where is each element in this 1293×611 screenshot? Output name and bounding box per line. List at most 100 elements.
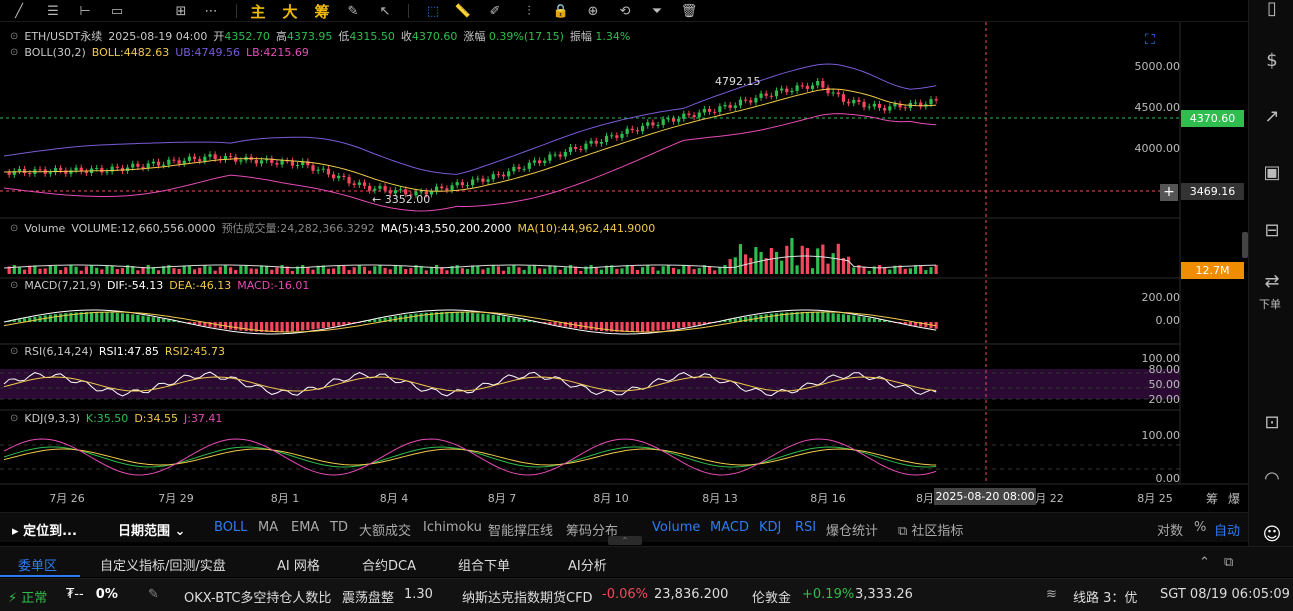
sub-macd[interactable]: MACD — [710, 520, 749, 535]
panel-toggle-icon[interactable]: ⌃ — [608, 536, 642, 545]
status-normal: 正常 — [21, 591, 48, 606]
dollar-icon[interactable]: $ — [1257, 48, 1287, 72]
volume-bar — [810, 268, 815, 274]
date-tick: 8月 7 — [487, 492, 517, 505]
ind-ma[interactable]: MA — [258, 520, 278, 535]
ind-big-trade[interactable]: 大额成交 — [359, 520, 411, 539]
ticker3-name[interactable]: 伦敦金 — [752, 587, 791, 606]
mascot-icon[interactable]: ☺ — [1257, 522, 1287, 546]
volume-bar — [64, 267, 68, 274]
chips-corner-button[interactable]: 筹 — [1206, 490, 1218, 507]
macd-bar — [301, 322, 305, 331]
volume-bar — [620, 268, 624, 274]
alarm-icon[interactable]: ⊙ — [10, 413, 18, 424]
volume-bar — [229, 267, 233, 274]
candle-body — [625, 128, 629, 134]
order-label[interactable]: 下单 — [1259, 296, 1281, 312]
link-icon[interactable]: ⟲ — [614, 1, 636, 21]
sub-liquidation[interactable]: 爆仓统计 — [826, 520, 878, 539]
candle-body — [347, 176, 351, 184]
add-alert-icon[interactable]: + — [1160, 184, 1178, 201]
monitor-icon[interactable]: ▣ — [1257, 160, 1287, 184]
ticker1-name[interactable]: OKX-BTC多空持仓人数比 — [184, 587, 331, 606]
sub-rsi[interactable]: RSI — [795, 520, 816, 535]
big-order-button[interactable]: 大 — [279, 1, 301, 21]
eye-icon[interactable]: ⊙ — [10, 223, 18, 234]
boll-name[interactable]: BOLL(30,2) — [24, 46, 85, 59]
magnet-icon[interactable]: ⊕ — [582, 1, 604, 21]
collapse-handle[interactable] — [1242, 232, 1248, 258]
headset-icon[interactable]: ◠ — [1257, 466, 1287, 490]
liquidation-corner-button[interactable]: 爆 — [1228, 490, 1240, 507]
tab-custom-indicator[interactable]: 自定义指标/回测/实盘 — [100, 555, 226, 574]
ticker2-name[interactable]: 纳斯达克指数期货CFD — [462, 587, 593, 606]
main-force-button[interactable]: 主 — [247, 1, 269, 21]
community-button[interactable]: ⧉ 社区指标 — [898, 520, 963, 539]
network-line[interactable]: 线路 3：优 — [1073, 587, 1137, 606]
candle-body — [723, 104, 727, 107]
select-icon[interactable]: ⬚ — [422, 1, 444, 21]
alarm-icon[interactable]: ⊙ — [10, 280, 18, 291]
auto-scale-button[interactable]: 自动 — [1214, 520, 1240, 539]
brush-icon[interactable]: ✐ — [484, 1, 506, 21]
trade-icon[interactable]: ⇄ — [1257, 271, 1287, 292]
candle-body — [38, 169, 42, 171]
crosshair-icon[interactable]: ⊞ — [170, 1, 192, 21]
macd-name[interactable]: MACD(7,21,9) — [24, 279, 101, 292]
trash-icon[interactable]: 🗑 — [678, 1, 700, 21]
ind-td[interactable]: TD — [330, 520, 348, 535]
amp-value: 1.34% — [595, 30, 631, 43]
ind-ichimoku[interactable]: Ichimoku — [423, 520, 482, 535]
tab-orders[interactable]: 委单区 — [18, 555, 57, 574]
date-range-button[interactable]: 日期范围 ⌄ — [118, 520, 185, 539]
ind-boll[interactable]: BOLL — [214, 520, 247, 535]
rsi-tick: 80.00 — [1148, 363, 1181, 376]
rsi-name[interactable]: RSI(6,14,24) — [24, 345, 92, 358]
macd-bar — [59, 313, 63, 322]
candle-type-icon[interactable]: ⫶ — [518, 1, 540, 21]
candle-body — [471, 179, 475, 186]
edit-icon[interactable]: ✎ — [342, 1, 364, 21]
volume-bar — [120, 268, 125, 274]
volume-bar — [409, 268, 413, 274]
lock-icon[interactable]: 🔒 — [550, 1, 572, 21]
chart-up-icon[interactable]: ↗ — [1257, 104, 1287, 128]
ray-icon[interactable]: ⊢ — [74, 1, 96, 21]
volume-bar — [424, 270, 428, 274]
etf-icon[interactable]: ⊟ — [1257, 218, 1287, 242]
ind-ema[interactable]: EMA — [291, 520, 319, 535]
sub-volume[interactable]: Volume — [652, 520, 700, 535]
percent-scale-button[interactable]: % — [1194, 520, 1206, 535]
candle-body — [641, 125, 645, 132]
sub-kdj[interactable]: KDJ — [759, 520, 781, 535]
high-label: 高 — [275, 30, 287, 43]
more-icon[interactable]: ⋯ — [200, 1, 222, 21]
rect-icon[interactable]: ▭ — [106, 1, 128, 21]
hlines-icon[interactable]: ☰ — [42, 1, 64, 21]
log-scale-button[interactable]: 对数 — [1157, 520, 1183, 539]
cursor-icon[interactable]: ↖ — [374, 1, 396, 21]
tab-ai-grid[interactable]: AI 网格 — [277, 555, 320, 574]
tab-combo-order[interactable]: 组合下单 — [458, 555, 510, 574]
eye-icon[interactable]: ⊙ — [10, 47, 18, 58]
tab-ai-analysis[interactable]: AI分析 — [568, 555, 607, 574]
expand-icon[interactable]: ⛶ — [1145, 32, 1155, 48]
ind-smart-sr[interactable]: 智能撑压线 — [488, 520, 553, 539]
edit-icon[interactable]: ✎ — [148, 587, 159, 602]
layout-icon[interactable]: ⊡ — [1257, 410, 1287, 434]
eye-icon[interactable]: ⊙ — [10, 31, 18, 42]
volume-bar — [388, 269, 392, 274]
document-icon[interactable]: ▯ — [1257, 0, 1287, 20]
trendline-icon[interactable]: ╱ — [8, 1, 30, 21]
kdj-name[interactable]: KDJ(9,3,3) — [24, 412, 80, 425]
popout-icon[interactable]: ⧉ — [1224, 555, 1233, 570]
locate-button[interactable]: ▸ 定位到... — [12, 520, 77, 539]
volume-name[interactable]: Volume — [24, 222, 65, 235]
chips-button[interactable]: 筹 — [311, 1, 333, 21]
chart-area[interactable]: ⊙ ETH/USDT永续 2025-08-19 04:00 开4352.70 高… — [0, 22, 1248, 510]
ruler-icon[interactable]: 📏 — [452, 1, 474, 21]
tab-dca[interactable]: 合约DCA — [362, 555, 416, 574]
collapse-up-icon[interactable]: ⌃ — [1199, 555, 1210, 570]
filter-icon[interactable]: ⏷ — [646, 1, 668, 21]
alarm-icon[interactable]: ⊙ — [10, 346, 18, 357]
